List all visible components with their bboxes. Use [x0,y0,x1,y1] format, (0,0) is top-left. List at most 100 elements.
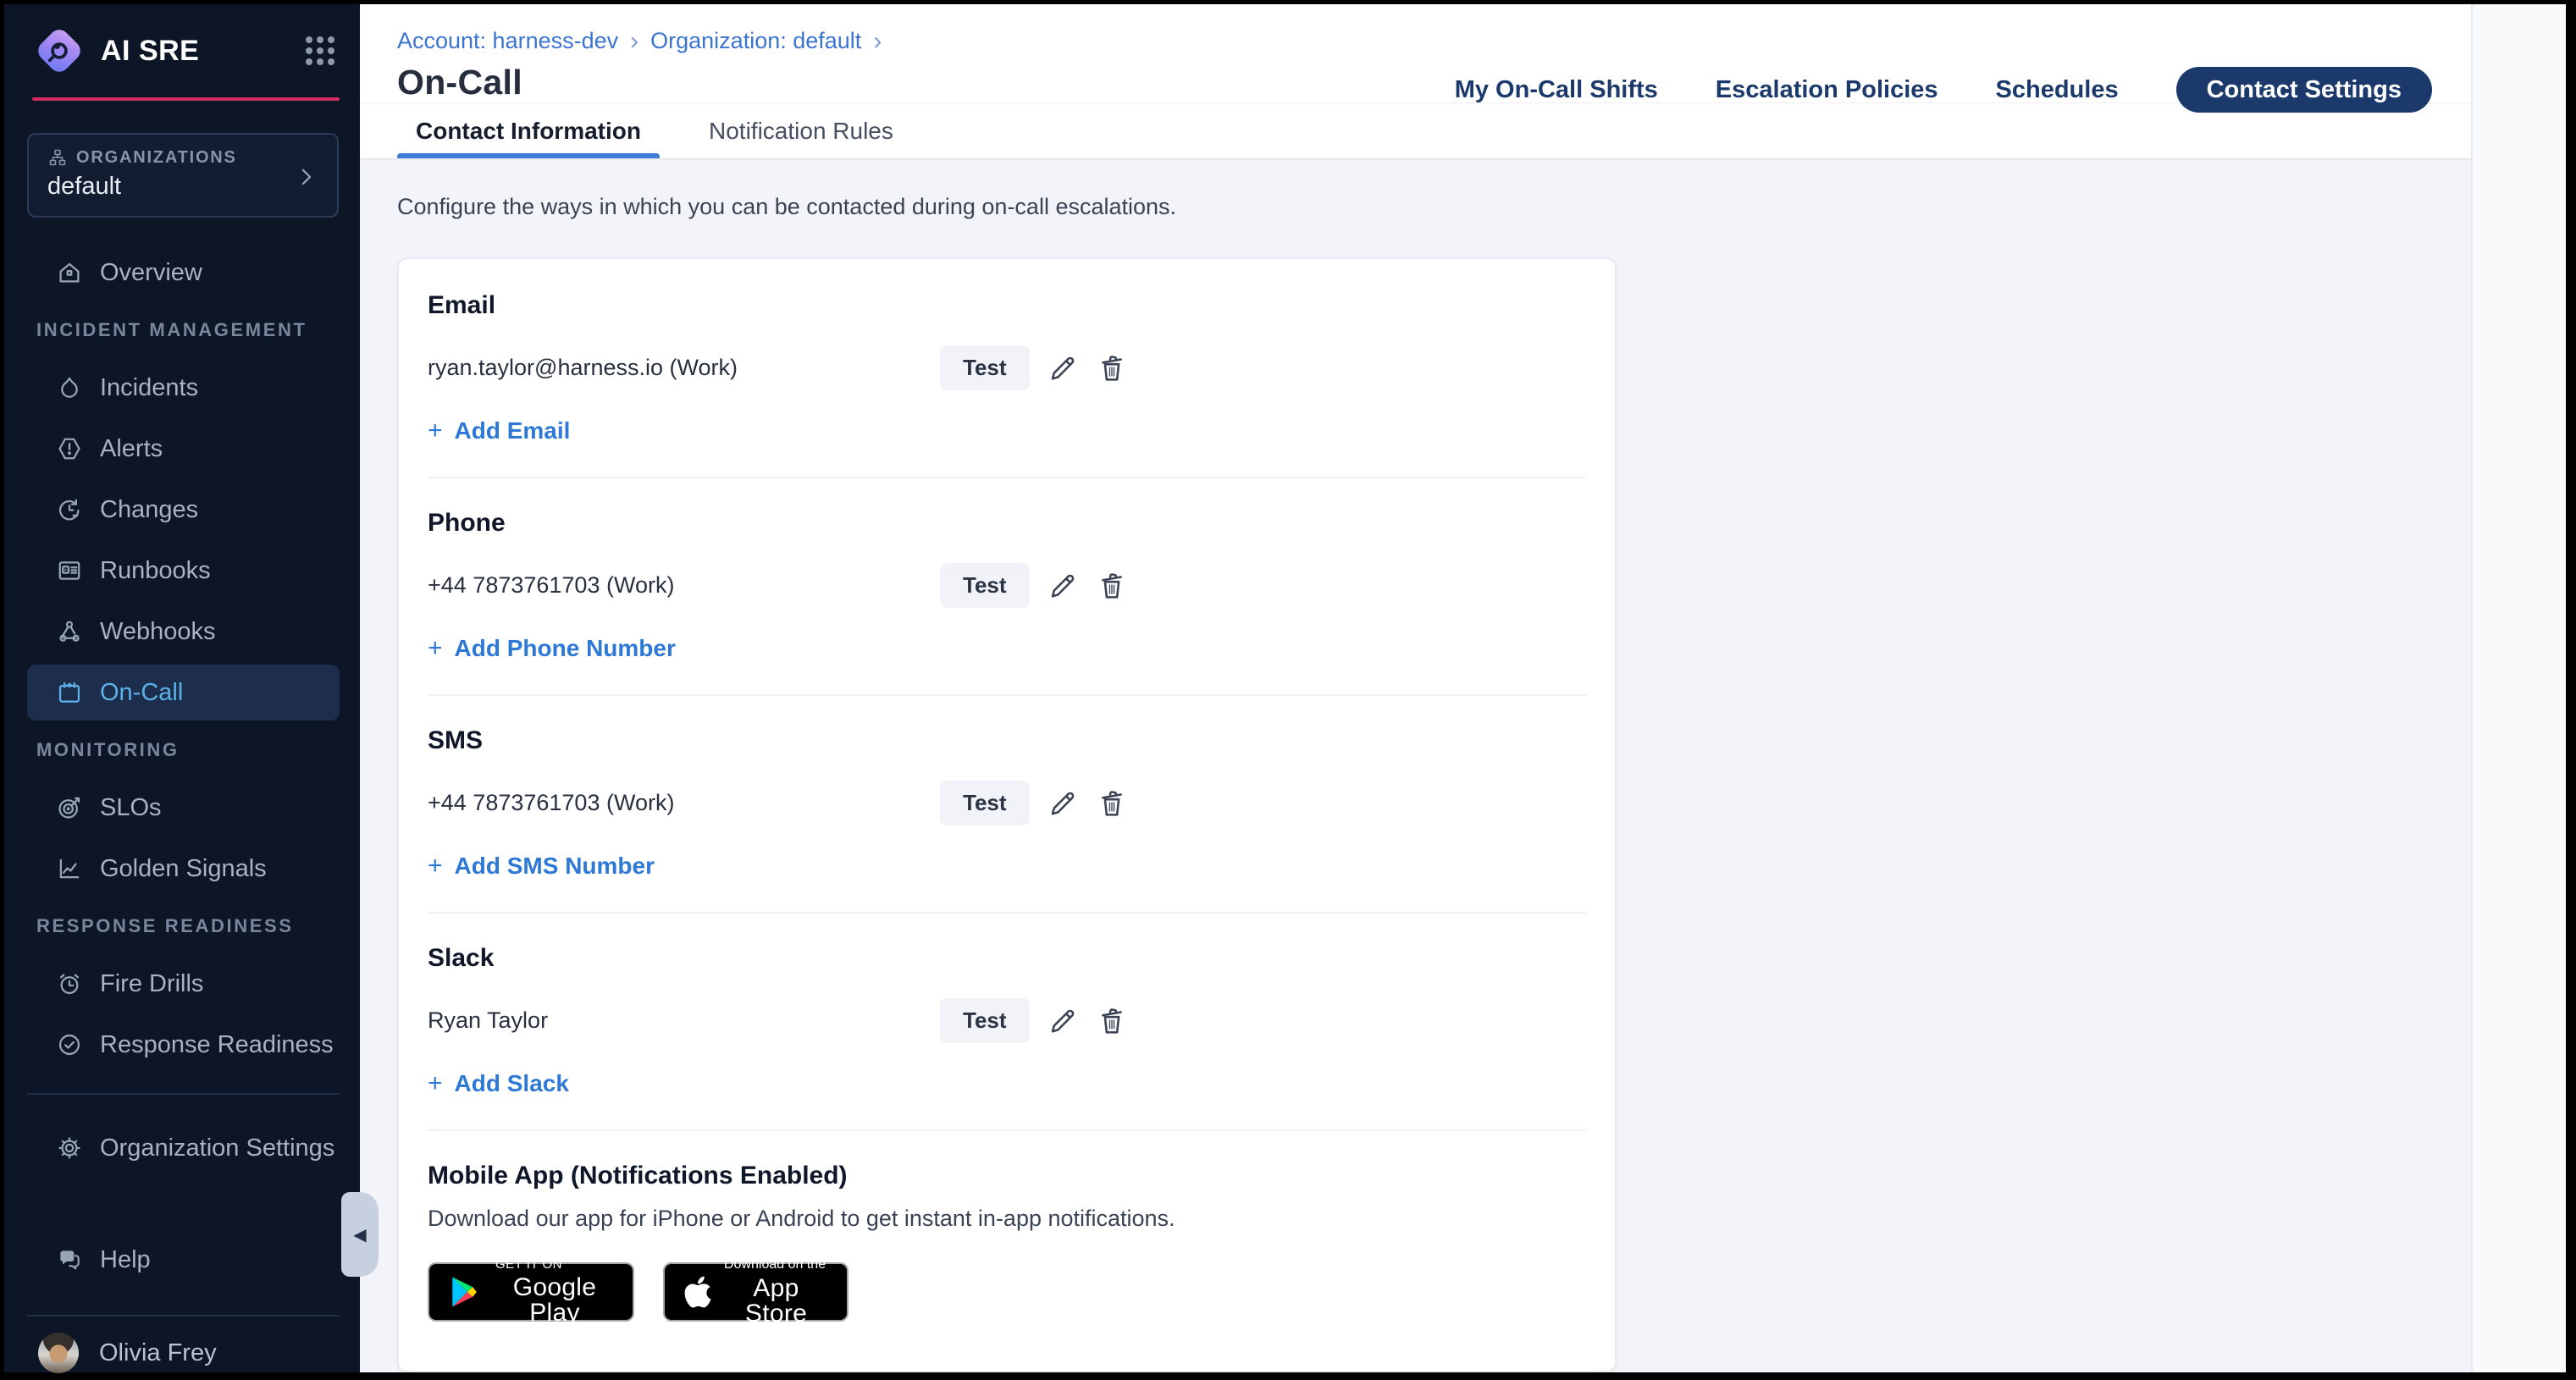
sidebar-item-incidents[interactable]: Incidents [27,360,340,416]
sidebar-item-alerts[interactable]: Alerts [27,421,340,477]
badge-line1: Download on the [724,1258,826,1272]
home-icon [56,259,83,286]
sidebar-section-label: RESPONSE READINESS [36,915,360,937]
sidebar-item-label: Golden Signals [100,855,267,883]
webhook-icon [56,618,83,645]
test-button[interactable]: Test [940,781,1030,825]
sidebar-item-label: Alerts [100,435,163,463]
add-add-phone-number-link[interactable]: +Add Phone Number [428,635,676,662]
app-grid-icon[interactable] [306,36,334,65]
gear-icon [56,1134,83,1162]
sidebar-item-golden-signals[interactable]: Golden Signals [27,841,340,897]
sidebar-item-label: Changes [100,496,198,524]
trash-icon[interactable] [1096,352,1128,384]
add-add-email-link[interactable]: +Add Email [428,417,570,444]
sidebar-item-help[interactable]: ? Help [27,1232,340,1288]
row-actions: Test [940,563,1128,608]
sidebar-item-runbooks[interactable]: Runbooks [27,543,340,599]
contact-section-title: SMS [428,726,1586,755]
contact-entry-value: +44 7873761703 (Work) [428,790,940,816]
sidebar-item-label: Help [100,1246,151,1274]
contact-section-phone: Phone+44 7873761703 (Work)Test+Add Phone… [428,509,1586,696]
sidebar-item-response-readiness[interactable]: Response Readiness [27,1017,340,1073]
add-add-slack-link[interactable]: +Add Slack [428,1070,569,1097]
organizations-selector[interactable]: ORGANIZATIONS default [27,133,339,218]
pencil-icon[interactable] [1047,1005,1079,1037]
sidebar-item-label: SLOs [100,794,162,822]
section-divider [428,694,1586,696]
sidebar-item-webhooks[interactable]: Webhooks [27,604,340,660]
header-nav-schedules[interactable]: Schedules [1996,76,2119,104]
chevron-right-icon [293,162,318,192]
scrollbar-gutter[interactable] [2471,4,2566,1372]
page-header: Account: harness-dev › Organization: def… [360,4,2471,103]
sidebar-item-overview[interactable]: Overview [27,245,340,301]
sidebar-item-label: Webhooks [100,618,216,646]
contact-section-slack: SlackRyan TaylorTest+Add Slack [428,944,1586,1131]
sidebar-item-slos[interactable]: SLOs [27,780,340,836]
breadcrumb-account-link[interactable]: Account: harness-dev [397,28,618,54]
sidebar-item-organization-settings[interactable]: Organization Settings [27,1120,340,1176]
contact-row: Ryan TaylorTest [428,998,1586,1043]
store-badges: GET IT ONGoogle Play Download on theApp S… [428,1262,1586,1322]
organization-value: default [47,173,318,201]
sidebar-item-label: Overview [100,259,202,287]
alert-hexagon-icon [56,435,83,462]
mobile-app-section: Mobile App (Notifications Enabled) Downl… [428,1162,1586,1322]
calendar-icon [56,679,83,706]
sidebar-nav: OverviewINCIDENT MANAGEMENTIncidentsAler… [4,245,360,1203]
header-nav-my-on-call-shifts[interactable]: My On-Call Shifts [1455,76,1658,104]
app-window: AI SRE ORGANIZATIONS default [4,4,2566,1372]
google-play-logo [448,1272,484,1311]
tab-notification-rules[interactable]: Notification Rules [690,103,912,158]
tab-contact-information[interactable]: Contact Information [397,103,660,158]
pencil-icon[interactable] [1047,570,1079,602]
sidebar-item-label: On-Call [100,679,183,707]
page-description: Configure the ways in which you can be c… [397,194,2471,220]
section-divider [428,477,1586,478]
runbook-icon [56,557,83,584]
contact-section-sms: SMS +44 7873761703 (Work)Test +Add SMS Num… [428,726,1586,914]
sidebar-item-on-call[interactable]: On-Call [27,665,340,720]
plus-icon: + [428,637,443,660]
sidebar-item-fire-drills[interactable]: Fire Drills [27,956,340,1012]
pencil-icon[interactable] [1047,787,1079,820]
sidebar-item-label: Runbooks [100,557,211,585]
badge-text: Download on the App Store [724,1258,828,1327]
trash-icon[interactable] [1096,570,1128,602]
sidebar-item-changes[interactable]: Changes [27,482,340,538]
brand-accent-divider [32,97,340,101]
app-store-badge[interactable]: Download on theApp Store [663,1262,849,1322]
add-add-sms-number-link[interactable]: +Add SMS Number [428,853,655,880]
google-play-badge[interactable]: GET IT ONGoogle Play [428,1262,634,1322]
breadcrumb-organization-link[interactable]: Organization: default [650,28,861,54]
flame-icon [56,374,83,401]
sidebar-item-label: Fire Drills [100,970,203,998]
user-menu[interactable]: Olivia Frey [38,1333,340,1372]
alarm-clock-icon [56,970,83,997]
badge-line2: App Store [724,1276,828,1327]
trash-icon[interactable] [1096,1005,1128,1037]
sidebar-item-label: Organization Settings [100,1134,334,1162]
contact-card: Emailryan.taylor@harness.io (Work)Test+A… [397,257,1617,1372]
header-nav-escalation-policies[interactable]: Escalation Policies [1716,76,1938,104]
ai-sre-spiral-logo [33,25,86,77]
svg-text:?: ? [65,1252,71,1262]
sidebar-collapse-handle[interactable]: ◀ [341,1192,379,1277]
trash-icon[interactable] [1096,787,1128,820]
contact-entry-value: +44 7873761703 (Work) [428,572,940,599]
test-button[interactable]: Test [940,563,1030,608]
brand-name: AI SRE [101,35,199,68]
test-button[interactable]: Test [940,345,1030,390]
sidebar-section-label: MONITORING [36,739,360,761]
header-nav-contact-settings[interactable]: Contact Settings [2176,67,2432,113]
row-actions: Test [940,345,1128,390]
badge-line2: Google Play [495,1275,614,1326]
sidebar-item-label: Response Readiness [100,1031,334,1059]
test-button[interactable]: Test [940,998,1030,1043]
content: Configure the ways in which you can be c… [360,160,2471,1372]
chevron-right-icon: › [873,30,882,52]
contact-row: ryan.taylor@harness.io (Work)Test [428,345,1586,390]
pencil-icon[interactable] [1047,352,1079,384]
chevron-right-icon: › [630,30,638,52]
